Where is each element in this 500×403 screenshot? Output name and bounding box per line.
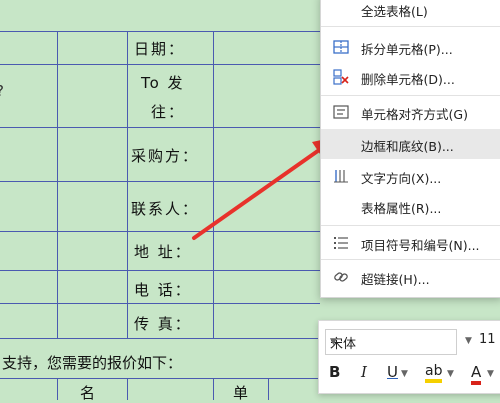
menu-separator bbox=[321, 95, 500, 96]
label-contact: 联系人： bbox=[131, 200, 200, 218]
menu-item-table-properties[interactable]: 表格属性(R)... bbox=[321, 192, 500, 220]
table-vline bbox=[57, 31, 58, 338]
menu-item-delete-cell[interactable]: 删除单元格(D)... bbox=[321, 63, 500, 91]
menu-item-bullets-numbering[interactable]: 项目符号和编号(N)... bbox=[321, 229, 500, 257]
text-direction-icon bbox=[334, 170, 348, 183]
menu-item-split-cell[interactable]: 拆分单元格(P)... bbox=[321, 33, 500, 61]
chevron-down-icon: ▼ bbox=[487, 369, 494, 379]
label-fax: 传 真： bbox=[134, 315, 192, 333]
menu-item-label: 项目符号和编号(N)... bbox=[361, 238, 480, 253]
table-hline bbox=[0, 127, 320, 128]
mini-format-toolbar: 宋体 ▼ ▼ 11 B I U ▼ ab ▼ A ▼ bbox=[318, 320, 500, 394]
highlight-label: ab bbox=[425, 363, 443, 383]
italic-button[interactable]: I bbox=[361, 363, 367, 387]
body-text-line: 支持，您需要的报价如下： bbox=[2, 354, 183, 372]
table-hline bbox=[0, 270, 320, 271]
table-hline bbox=[0, 231, 320, 232]
menu-item-select-table[interactable]: 全选表格(L) bbox=[321, 0, 500, 23]
table-vline bbox=[213, 378, 214, 400]
bold-label: B bbox=[329, 363, 341, 381]
table-vline bbox=[127, 378, 128, 400]
menu-item-label: 边框和底纹(B)... bbox=[361, 139, 454, 154]
chevron-down-icon: ▼ bbox=[465, 336, 472, 346]
delete-cell-icon bbox=[333, 69, 349, 85]
label-purchaser: 采购方： bbox=[131, 147, 200, 165]
cell-align-icon bbox=[333, 105, 349, 119]
font-color-button[interactable]: A ▼ bbox=[471, 363, 494, 387]
table-vline bbox=[213, 31, 214, 338]
table-hline bbox=[0, 64, 320, 65]
menu-separator bbox=[321, 225, 500, 226]
table-vline bbox=[57, 378, 58, 400]
chevron-down-icon: ▼ bbox=[447, 369, 454, 379]
font-color-label: A bbox=[471, 363, 482, 385]
table-hline bbox=[0, 303, 320, 304]
underline-button[interactable]: U ▼ bbox=[387, 363, 408, 387]
table-hline bbox=[0, 181, 320, 182]
list-bullets-icon bbox=[334, 237, 348, 249]
font-size-select[interactable]: ▼ 11 bbox=[465, 329, 500, 353]
font-size-value: 11 bbox=[479, 332, 496, 347]
bold-button[interactable]: B bbox=[329, 363, 340, 387]
hyperlink-icon bbox=[334, 272, 348, 282]
label-address: 地 址： bbox=[134, 243, 192, 261]
menu-item-label: 单元格对齐方式(G) bbox=[361, 107, 468, 122]
font-name-select[interactable]: 宋体 ▼ bbox=[325, 329, 457, 355]
clipped-text: ? bbox=[0, 82, 4, 100]
table-hline bbox=[0, 338, 320, 339]
menu-item-label: 全选表格(L) bbox=[361, 4, 428, 19]
menu-item-cell-alignment[interactable]: 单元格对齐方式(G) bbox=[321, 98, 500, 126]
menu-separator bbox=[321, 259, 500, 260]
menu-item-label: 删除单元格(D)... bbox=[361, 72, 455, 87]
label-date: 日期： bbox=[134, 40, 186, 58]
label-to-line2: 往： bbox=[151, 103, 186, 121]
highlight-button[interactable]: ab ▼ bbox=[425, 363, 454, 387]
split-cell-icon bbox=[333, 40, 349, 54]
table-vline bbox=[127, 31, 128, 338]
table-hline bbox=[0, 31, 320, 32]
menu-item-hyperlink[interactable]: 超链接(H)... bbox=[321, 263, 500, 291]
label-phone: 电 话： bbox=[134, 281, 192, 299]
menu-item-label: 表格属性(R)... bbox=[361, 201, 442, 216]
table-vline bbox=[268, 378, 269, 400]
underline-label: U bbox=[387, 363, 398, 381]
chevron-down-icon: ▼ bbox=[401, 369, 408, 379]
menu-item-label: 超链接(H)... bbox=[361, 272, 430, 287]
menu-item-text-direction[interactable]: 文字方向(X)... bbox=[321, 162, 500, 190]
label-to-line1: To 发 bbox=[141, 74, 185, 92]
italic-label: I bbox=[361, 363, 367, 381]
chevron-down-icon: ▼ bbox=[330, 337, 337, 347]
menu-item-label: 文字方向(X)... bbox=[361, 171, 442, 186]
context-menu: 全选表格(L) 拆分单元格(P)... 删除单元格(D)... 单元格对齐方式(… bbox=[320, 0, 500, 298]
menu-item-label: 拆分单元格(P)... bbox=[361, 42, 453, 57]
menu-separator bbox=[321, 26, 500, 27]
menu-item-borders-shading[interactable]: 边框和底纹(B)... bbox=[321, 129, 500, 159]
